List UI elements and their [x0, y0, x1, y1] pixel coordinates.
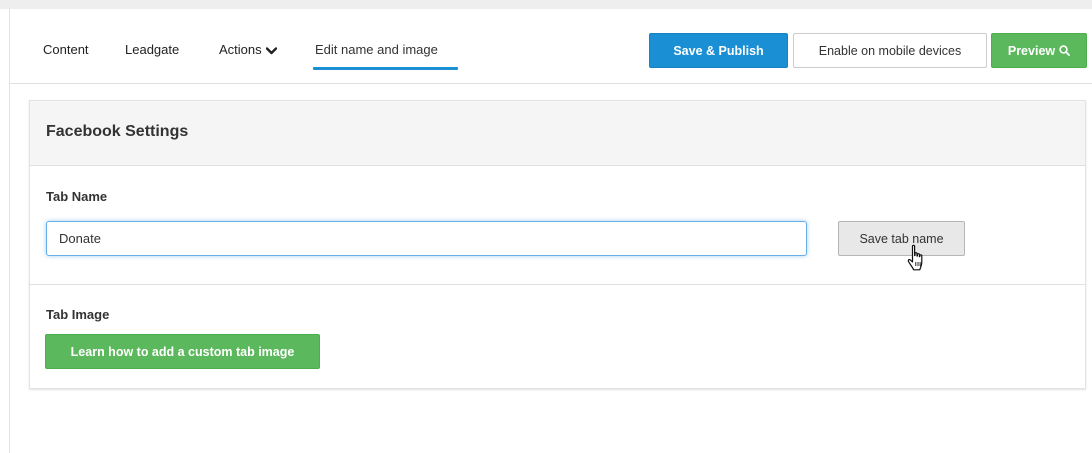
- nav-content[interactable]: Content: [43, 42, 89, 57]
- nav-actions-label: Actions: [219, 42, 262, 57]
- save-tab-name-button[interactable]: Save tab name: [838, 221, 965, 256]
- tab-image-label: Tab Image: [46, 307, 110, 322]
- panel-title: Facebook Settings: [46, 123, 189, 140]
- section-divider: [30, 284, 1085, 285]
- preview-button-label: Preview: [1007, 43, 1056, 58]
- top-strip: [0, 0, 1092, 9]
- nav-leadgate[interactable]: Leadgate: [125, 42, 179, 57]
- learn-custom-tab-image-button[interactable]: Learn how to add a custom tab image: [45, 334, 320, 369]
- preview-button[interactable]: Preview: [991, 33, 1087, 68]
- tab-name-input[interactable]: [46, 221, 807, 256]
- nav-actions[interactable]: Actions: [219, 42, 277, 57]
- enable-mobile-button[interactable]: Enable on mobile devices: [793, 33, 987, 68]
- hand-pointer-icon: [907, 244, 923, 271]
- top-navbar: Content Leadgate Actions Edit name and i…: [10, 9, 1092, 84]
- search-icon: [1059, 45, 1071, 56]
- panel-header: Facebook Settings: [30, 101, 1085, 166]
- tab-name-label: Tab Name: [46, 189, 108, 204]
- nav-edit-name-image[interactable]: Edit name and image: [315, 42, 438, 57]
- active-tab-underline: [313, 67, 458, 70]
- chevron-down-icon: [265, 46, 277, 54]
- save-publish-button[interactable]: Save & Publish: [649, 33, 788, 68]
